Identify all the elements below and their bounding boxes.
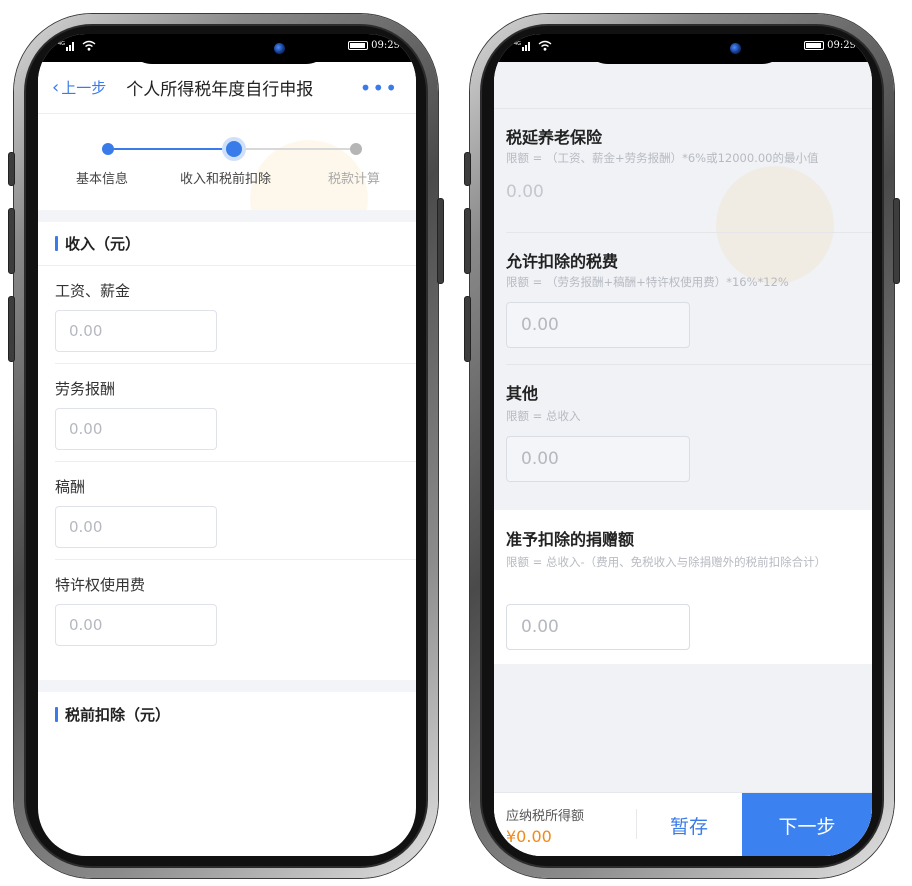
item-limit: 限额 = （劳务报酬+稿酬+特许权使用费）*16%*12% [506,275,789,289]
income-section-header: 收入（元） [38,222,416,266]
section-gap [38,680,416,692]
donation-input[interactable]: 0.00 [506,604,690,650]
status-right: 09:29 [804,40,856,51]
step-label-income: 收入和税前扣除 [180,172,272,187]
field-label: 稿酬 [55,478,86,496]
status-left: 4G [58,40,96,54]
item-title: 允许扣除的税费 [506,252,619,271]
progress-stepper: 基本信息 收入和税前扣除 税款计算 [38,114,416,274]
other-input[interactable]: 0.00 [506,436,690,482]
pension-value[interactable]: 0.00 [506,182,544,202]
step-dot-tax-calc [350,143,362,155]
item-tax-deferred-pension: 税延养老保险 限额 = （工资、薪金+劳务报酬）*6%或12000.00的最小值… [494,108,872,218]
signal-icon: 4G [58,40,76,54]
mute-switch [8,152,15,186]
item-limit: 限额 = 总收入-（费用、免税收入与除捐赠外的税前扣除合计） [506,555,827,569]
wifi-icon [82,40,96,54]
royalties-input[interactable]: 0.00 [55,506,217,548]
clock: 09:29 [371,40,400,51]
deductible-taxes-input[interactable]: 0.00 [506,302,690,348]
step-label-tax-calc: 税款计算 [328,172,381,187]
item-deductible-taxes: 允许扣除的税费 限额 = （劳务报酬+稿酬+特许权使用费）*16%*12% 0.… [494,232,872,364]
field-label: 工资、薪金 [55,282,131,300]
field-franchise-fees: 特许权使用费 0.00 [38,560,416,666]
network-label: 4G [514,41,521,47]
screen-left: 4G 09:29 ‹ 上一步 个人所得税年度自行申报 ••• 基本信息 收入和税… [38,34,416,856]
front-camera [274,43,285,54]
volume-up-button [8,208,15,274]
item-title: 准予扣除的捐赠额 [506,530,635,549]
field-label: 特许权使用费 [55,576,146,594]
step-connector-done [108,148,232,150]
field-salary: 工资、薪金 0.00 [38,266,416,364]
labor-remuneration-input[interactable]: 0.00 [55,408,217,450]
deduction-section-title: 税前扣除（元） [65,705,171,724]
taxable-income-amount: ¥0.00 [506,827,552,846]
status-left: 4G [514,40,552,54]
screen-right: 4G 09:29 税延养老保险 限额 = （工资、薪金+劳务报酬）*6%或120… [494,34,872,856]
item-other: 其他 限额 = 总收入 0.00 [494,364,872,504]
more-options-icon[interactable]: ••• [360,76,398,100]
phone-frame-right: 4G 09:29 税延养老保险 限额 = （工资、薪金+劳务报酬）*6%或120… [464,14,900,878]
section-gap [38,210,416,222]
phone-frame-left: 4G 09:29 ‹ 上一步 个人所得税年度自行申报 ••• 基本信息 收入和税… [8,14,444,878]
back-button[interactable]: ‹ 上一步 [52,77,106,98]
item-title: 税延养老保险 [506,128,603,147]
franchise-fees-input[interactable]: 0.00 [55,604,217,646]
salary-input[interactable]: 0.00 [55,310,217,352]
battery-icon [804,41,825,50]
signal-icon: 4G [514,40,532,54]
notch [582,34,788,64]
field-label: 劳务报酬 [55,380,116,398]
notch [126,34,332,64]
step-connector-pending [238,148,356,150]
volume-up-button [464,208,471,274]
wifi-icon [538,40,552,54]
income-section-title: 收入（元） [65,235,141,253]
volume-down-button [464,296,471,362]
taxable-income-label: 应纳税所得额 [506,809,585,824]
mute-switch [464,152,471,186]
page-title: 个人所得税年度自行申报 [126,80,314,100]
item-limit: 限额 = （工资、薪金+劳务报酬）*6%或12000.00的最小值 [506,151,819,165]
field-labor-remuneration: 劳务报酬 0.00 [38,364,416,462]
step-dot-basic-info [102,143,114,155]
network-label: 4G [58,41,65,47]
status-right: 09:29 [348,40,400,51]
item-donation: 准予扣除的捐赠额 限额 = 总收入-（费用、免税收入与除捐赠外的税前扣除合计） … [494,510,872,664]
item-title: 其他 [506,384,539,403]
back-label: 上一步 [61,79,107,97]
next-step-button[interactable]: 下一步 [742,793,872,856]
section-accent-bar [55,706,58,722]
volume-down-button [8,296,15,362]
deduction-section-header: 税前扣除（元） [38,692,416,736]
step-label-basic-info: 基本信息 [76,172,129,187]
field-royalties: 稿酬 0.00 [38,462,416,560]
front-camera [730,43,741,54]
power-button [893,198,900,284]
bottom-action-bar: 应纳税所得额 ¥0.00 暂存 下一步 [494,792,872,856]
nav-bar: ‹ 上一步 个人所得税年度自行申报 ••• [38,62,416,114]
section-accent-bar [55,236,58,251]
clock: 09:29 [827,40,856,51]
chevron-left-icon: ‹ [52,77,60,98]
save-draft-button[interactable]: 暂存 [636,793,742,856]
step-dot-income [226,141,242,157]
battery-icon [348,41,369,50]
power-button [437,198,444,284]
item-limit: 限额 = 总收入 [506,409,581,423]
